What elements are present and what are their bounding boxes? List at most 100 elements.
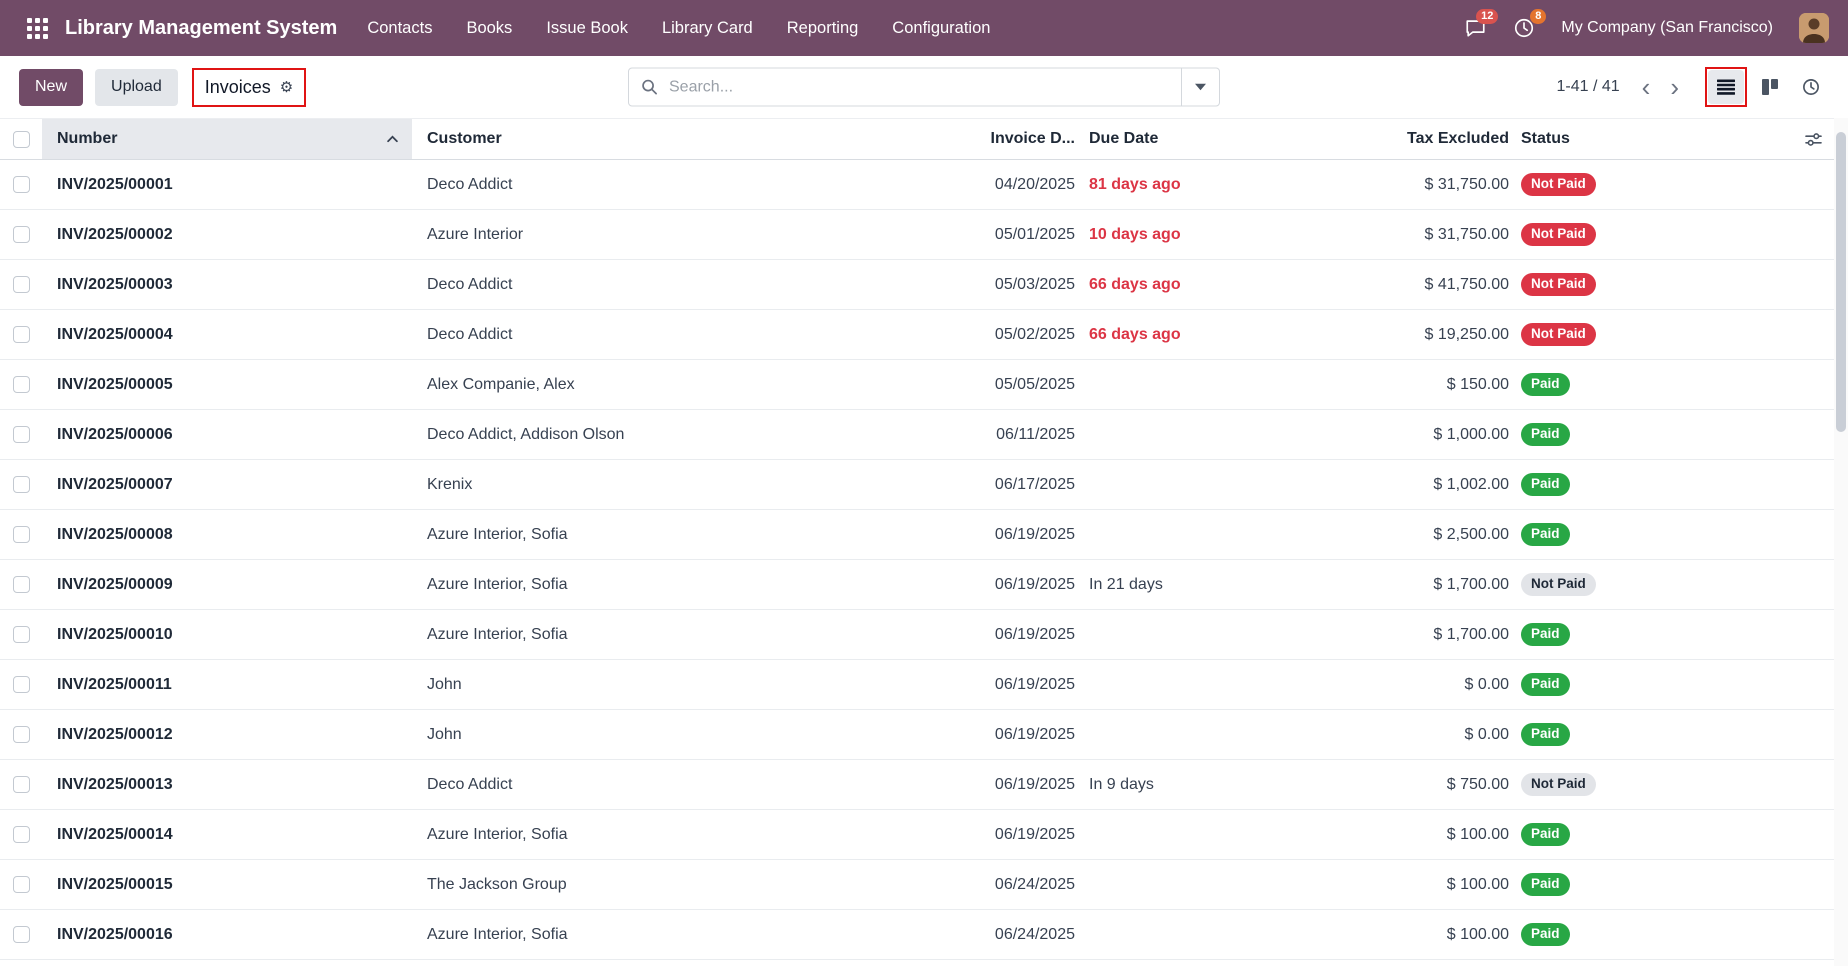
breadcrumb[interactable]: Invoices (205, 77, 271, 98)
row-checkbox[interactable] (13, 526, 30, 543)
grid-icon (27, 18, 48, 39)
company-switcher[interactable]: My Company (San Francisco) (1561, 19, 1773, 37)
table-row[interactable]: INV/2025/00010 Azure Interior, Sofia 06/… (0, 610, 1834, 660)
table-row[interactable]: INV/2025/00004 Deco Addict 05/02/2025 66… (0, 310, 1834, 360)
row-checkbox[interactable] (13, 926, 30, 943)
row-checkbox[interactable] (13, 826, 30, 843)
search-bar (628, 68, 1220, 107)
select-all-checkbox[interactable] (13, 131, 30, 148)
status-badge: Paid (1521, 473, 1570, 496)
messages-button[interactable]: 12 (1464, 17, 1487, 39)
invoice-due-date (1080, 910, 1332, 959)
row-checkbox[interactable] (13, 776, 30, 793)
column-header-number[interactable]: Number (42, 119, 412, 159)
invoice-amount: $ 100.00 (1332, 860, 1514, 909)
table-row[interactable]: INV/2025/00016 Azure Interior, Sofia 06/… (0, 910, 1834, 960)
kanban-view-button[interactable] (1752, 70, 1788, 104)
status-badge: Paid (1521, 873, 1570, 896)
invoice-due-date: 10 days ago (1080, 210, 1332, 259)
column-header-tax-excluded[interactable]: Tax Excluded (1332, 119, 1514, 159)
status-badge: Not Paid (1521, 273, 1596, 296)
app-title[interactable]: Library Management System (65, 17, 337, 40)
invoice-number: INV/2025/00008 (42, 510, 412, 559)
row-checkbox[interactable] (13, 476, 30, 493)
invoice-date: 05/02/2025 (987, 310, 1080, 359)
table-row[interactable]: INV/2025/00006 Deco Addict, Addison Olso… (0, 410, 1834, 460)
menu-item-reporting[interactable]: Reporting (787, 19, 859, 38)
menu-item-contacts[interactable]: Contacts (367, 19, 432, 38)
table-row[interactable]: INV/2025/00011 John 06/19/2025 $ 0.00 Pa… (0, 660, 1834, 710)
pager-value: 1-41 / 41 (1557, 78, 1620, 96)
menu-item-issue-book[interactable]: Issue Book (546, 19, 628, 38)
row-checkbox[interactable] (13, 676, 30, 693)
invoice-due-date (1080, 460, 1332, 509)
invoice-due-date: 66 days ago (1080, 260, 1332, 309)
table-row[interactable]: INV/2025/00014 Azure Interior, Sofia 06/… (0, 810, 1834, 860)
activities-count-badge: 8 (1530, 9, 1546, 24)
menu-item-books[interactable]: Books (466, 19, 512, 38)
table-row[interactable]: INV/2025/00001 Deco Addict 04/20/2025 81… (0, 160, 1834, 210)
invoice-amount: $ 1,002.00 (1332, 460, 1514, 509)
optional-columns-button[interactable] (1805, 132, 1822, 147)
status-badge: Paid (1521, 723, 1570, 746)
status-badge: Paid (1521, 823, 1570, 846)
row-checkbox[interactable] (13, 626, 30, 643)
menu-item-library-card[interactable]: Library Card (662, 19, 753, 38)
invoice-amount: $ 1,700.00 (1332, 610, 1514, 659)
row-checkbox[interactable] (13, 376, 30, 393)
vertical-scrollbar[interactable] (1834, 118, 1848, 966)
invoice-number: INV/2025/00013 (42, 760, 412, 809)
table-row[interactable]: INV/2025/00015 The Jackson Group 06/24/2… (0, 860, 1834, 910)
invoice-number: INV/2025/00004 (42, 310, 412, 359)
invoice-customer: Azure Interior (412, 210, 987, 259)
row-checkbox[interactable] (13, 726, 30, 743)
gear-icon[interactable]: ⚙ (280, 80, 293, 95)
table-row[interactable]: INV/2025/00005 Alex Companie, Alex 05/05… (0, 360, 1834, 410)
column-header-due-date[interactable]: Due Date (1080, 119, 1332, 159)
row-checkbox[interactable] (13, 876, 30, 893)
table-row[interactable]: INV/2025/00009 Azure Interior, Sofia 06/… (0, 560, 1834, 610)
list-view-button[interactable] (1708, 70, 1744, 104)
table-row[interactable]: INV/2025/00013 Deco Addict 06/19/2025 In… (0, 760, 1834, 810)
invoice-amount: $ 41,750.00 (1332, 260, 1514, 309)
invoice-due-date (1080, 360, 1332, 409)
pager-next-button[interactable]: › (1660, 74, 1689, 100)
invoice-customer: Azure Interior, Sofia (412, 560, 987, 609)
search-dropdown-toggle[interactable] (1181, 69, 1219, 106)
apps-menu-icon[interactable] (19, 10, 55, 46)
column-header-invoice-date[interactable]: Invoice D... (987, 119, 1080, 159)
column-header-status[interactable]: Status (1514, 119, 1792, 159)
row-checkbox[interactable] (13, 176, 30, 193)
column-header-customer[interactable]: Customer (412, 119, 987, 159)
menu-item-configuration[interactable]: Configuration (892, 19, 990, 38)
invoice-number: INV/2025/00005 (42, 360, 412, 409)
table-row[interactable]: INV/2025/00002 Azure Interior 05/01/2025… (0, 210, 1834, 260)
table-row[interactable]: INV/2025/00008 Azure Interior, Sofia 06/… (0, 510, 1834, 560)
invoice-amount: $ 31,750.00 (1332, 160, 1514, 209)
activity-view-button[interactable] (1793, 70, 1829, 104)
invoice-customer: Alex Companie, Alex (412, 360, 987, 409)
invoice-amount: $ 100.00 (1332, 910, 1514, 959)
invoice-date: 05/05/2025 (987, 360, 1080, 409)
row-checkbox[interactable] (13, 576, 30, 593)
upload-button[interactable]: Upload (95, 69, 178, 106)
user-avatar[interactable] (1799, 13, 1829, 43)
table-row[interactable]: INV/2025/00007 Krenix 06/17/2025 $ 1,002… (0, 460, 1834, 510)
new-button[interactable]: New (19, 69, 83, 106)
row-checkbox[interactable] (13, 426, 30, 443)
invoice-date: 06/24/2025 (987, 860, 1080, 909)
row-checkbox[interactable] (13, 226, 30, 243)
invoice-due-date (1080, 660, 1332, 709)
search-input[interactable] (667, 77, 1181, 97)
row-checkbox[interactable] (13, 276, 30, 293)
row-checkbox[interactable] (13, 326, 30, 343)
table-row[interactable]: INV/2025/00003 Deco Addict 05/03/2025 66… (0, 260, 1834, 310)
status-badge: Not Paid (1521, 573, 1596, 596)
table-row[interactable]: INV/2025/00012 John 06/19/2025 $ 0.00 Pa… (0, 710, 1834, 760)
activities-button[interactable]: 8 (1513, 17, 1535, 39)
pager-previous-button[interactable]: ‹ (1632, 74, 1661, 100)
invoice-date: 06/17/2025 (987, 460, 1080, 509)
scrollbar-thumb[interactable] (1836, 132, 1846, 432)
topbar-right: 12 8 My Company (San Francisco) (1464, 13, 1829, 43)
invoice-amount: $ 2,500.00 (1332, 510, 1514, 559)
